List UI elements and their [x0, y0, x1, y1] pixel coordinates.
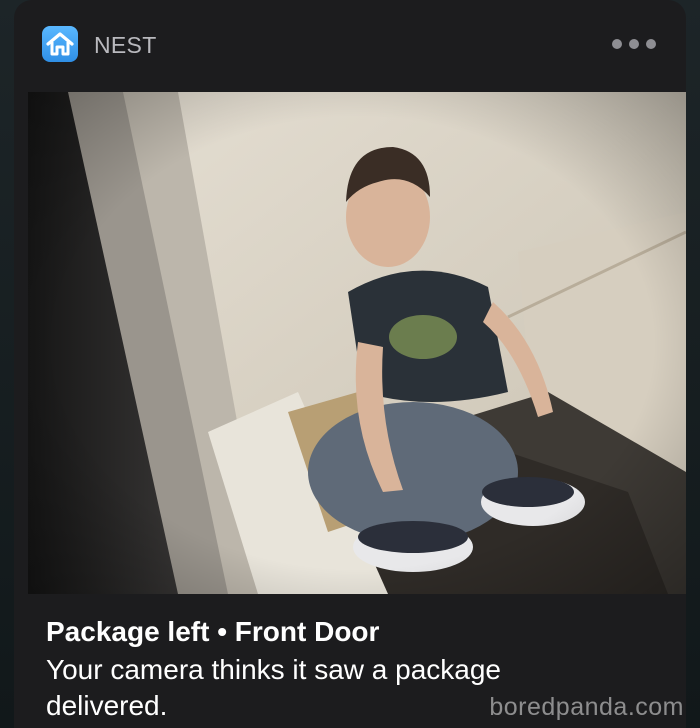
camera-snapshot[interactable]	[28, 92, 686, 594]
nest-app-icon	[42, 26, 78, 62]
more-dot-icon	[612, 39, 622, 49]
notification-header: NEST	[14, 0, 686, 90]
home-icon	[46, 32, 74, 56]
notification-card[interactable]: NEST Package left • Front Door Your came…	[14, 0, 686, 728]
more-options-button[interactable]	[612, 36, 656, 52]
lock-screen: NEST Package left • Front Door Your came…	[0, 0, 700, 728]
notification-title: Package left • Front Door	[46, 616, 380, 647]
more-dot-icon	[646, 39, 656, 49]
more-dot-icon	[629, 39, 639, 49]
app-name: NEST	[94, 32, 157, 58]
watermark: boredpanda.com	[489, 693, 684, 721]
snapshot-image	[28, 92, 686, 594]
